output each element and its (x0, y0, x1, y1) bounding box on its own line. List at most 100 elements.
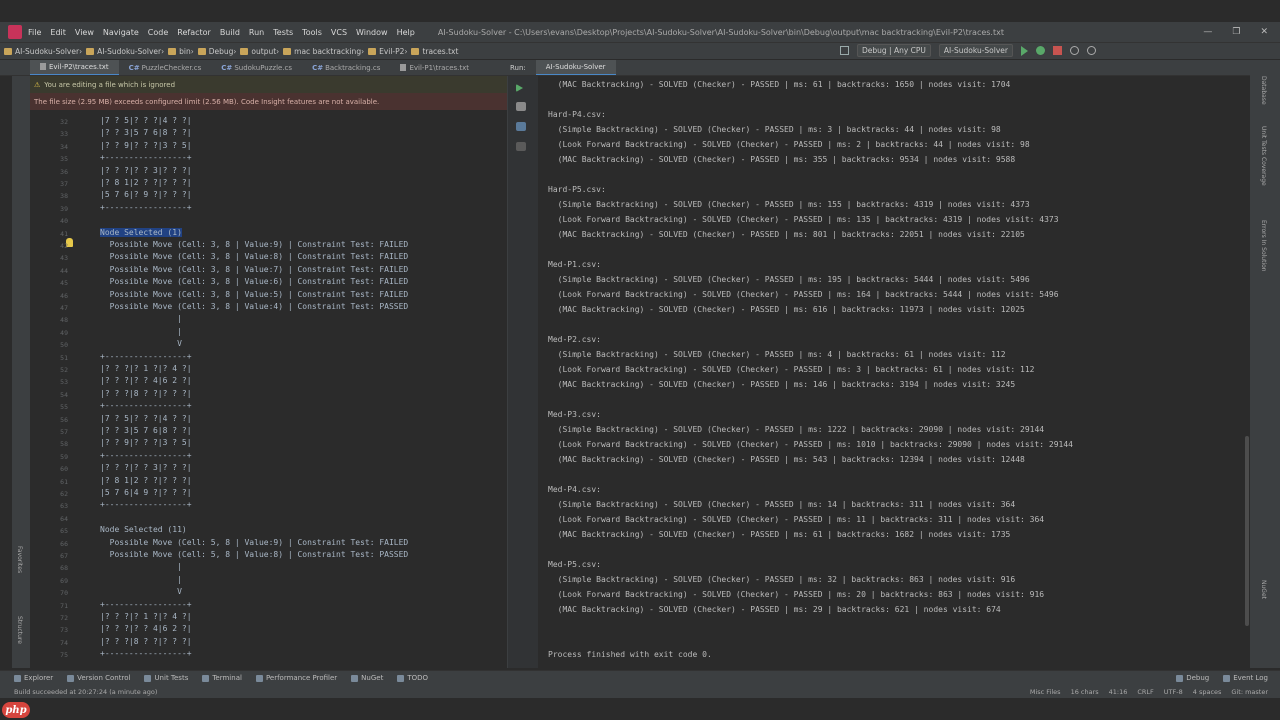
output-scrollbar[interactable] (1245, 436, 1249, 626)
breadcrumb-item[interactable]: traces.txt (411, 47, 458, 56)
tool-window-explorer[interactable]: Explorer (14, 674, 53, 682)
line-number: 57 (60, 428, 68, 436)
line-number: 68 (60, 564, 68, 573)
run-toolbar (508, 76, 538, 668)
code-line: +-----------------+ (100, 649, 192, 659)
tab-editor-file[interactable]: Evil-P2\traces.txt (30, 60, 119, 75)
menu-item-help[interactable]: Help (397, 28, 415, 37)
tool-window-performance-profiler[interactable]: Performance Profiler (255, 674, 337, 682)
tool-window-label: Terminal (212, 674, 242, 682)
configuration-select[interactable]: Debug | Any CPU (857, 44, 931, 57)
code-line: |? 8 1|2 ? ?|? ? ?| (100, 178, 192, 187)
tool-window-event-log[interactable]: Event Log (1223, 674, 1268, 682)
output-line: (Look Forward Backtracking) - SOLVED (Ch… (548, 140, 1030, 149)
breadcrumb-item[interactable]: AI-Sudoku-Solver (86, 47, 161, 56)
indent-setting[interactable]: 4 spaces (1193, 688, 1222, 696)
tool-window-todo[interactable]: TODO (397, 674, 428, 682)
tab-editor-file[interactable]: C# SudokuPuzzle.cs (211, 60, 302, 75)
breadcrumb-item[interactable]: bin (168, 47, 191, 56)
code-line: |? 8 1|2 ? ?|? ? ?| (100, 475, 192, 485)
breadcrumb-item[interactable]: Debug (197, 47, 233, 56)
code-line: | (100, 562, 182, 572)
code-line: +-----------------+ (100, 401, 192, 411)
output-line: (Look Forward Backtracking) - SOLVED (Ch… (548, 515, 1045, 524)
breadcrumb-item[interactable]: AI-Sudoku-Solver (4, 47, 79, 56)
tool-window-version-control[interactable]: Version Control (67, 674, 130, 682)
code-line: +-----------------+ (100, 500, 192, 510)
run-icon[interactable] (1020, 45, 1028, 56)
editor-panel[interactable]: ⚠ You are editing a file which is ignore… (30, 76, 507, 668)
debug-icon (1176, 674, 1184, 682)
menu-item-navigate[interactable]: Navigate (103, 28, 139, 37)
left-strip-label[interactable]: Favorites (16, 546, 23, 573)
tool-window-icon (14, 674, 21, 682)
right-strip-label[interactable]: Unit Tests Coverage (1260, 126, 1267, 186)
tool-window-label: Version Control (77, 674, 131, 682)
wrap-icon[interactable] (516, 142, 526, 151)
menu-item-build[interactable]: Build (220, 28, 240, 37)
menu-item-file[interactable]: File (28, 28, 41, 37)
left-strip-label[interactable]: Structure (16, 616, 23, 644)
stop-icon[interactable] (516, 102, 526, 111)
output-line: Med-P3.csv: (548, 410, 601, 419)
folder-icon (4, 47, 12, 55)
tab-editor-file[interactable]: Evil-P1\traces.txt (390, 60, 479, 75)
breadcrumb-item[interactable]: Evil-P2 (368, 47, 404, 56)
pin-icon[interactable] (516, 122, 526, 131)
menu-item-edit[interactable]: Edit (50, 28, 66, 37)
rerun-icon[interactable] (516, 84, 523, 92)
file-encoding[interactable]: UTF-8 (1164, 688, 1183, 696)
output-line: (MAC Backtracking) - SOLVED (Checker) - … (548, 380, 1016, 389)
output-line: Med-P5.csv: (548, 560, 601, 569)
minimize-icon[interactable]: — (1203, 27, 1212, 37)
stop-icon[interactable] (1052, 46, 1062, 55)
menu-item-run[interactable]: Run (249, 28, 264, 37)
vcs-branch[interactable]: Git: master (1231, 688, 1268, 696)
breadcrumb-item[interactable]: output (240, 47, 276, 56)
tool-window-terminal[interactable]: Terminal (202, 674, 242, 682)
close-icon[interactable]: ✕ (1260, 27, 1268, 37)
run-panel-header: Run: AI-Sudoku-Solver (510, 60, 616, 75)
tab-editor-file[interactable]: C# PuzzleChecker.cs (119, 60, 212, 75)
tab-run-session[interactable]: AI-Sudoku-Solver (535, 60, 616, 75)
menu-item-vcs[interactable]: VCS (331, 28, 347, 37)
code-line: |7 ? 5|? ? ?|4 ? ?| (100, 413, 192, 423)
code-line: |? ? ?|? 1 ?|? 4 ?| (100, 612, 192, 621)
restore-icon[interactable]: ❐ (1232, 27, 1240, 37)
event-log-icon (1223, 674, 1231, 682)
breadcrumb-item[interactable]: mac backtracking (283, 47, 361, 56)
menu-item-refactor[interactable]: Refactor (177, 28, 211, 37)
code-line: |? ? ?|? ? 4|6 2 ?| (100, 376, 192, 386)
line-number: 55 (60, 403, 68, 412)
line-number: 47 (60, 304, 68, 312)
line-number: 39 (60, 204, 68, 213)
window-controls: — ❐ ✕ (1203, 27, 1280, 37)
menu-item-tools[interactable]: Tools (302, 28, 322, 37)
settings-icon[interactable] (1086, 46, 1096, 55)
search-icon[interactable] (1069, 46, 1079, 55)
project-select[interactable]: AI-Sudoku-Solver (938, 44, 1013, 57)
code-line: |5 7 6|? 9 ?|? ? ?| (100, 190, 192, 200)
menu-item-tests[interactable]: Tests (273, 28, 293, 37)
caret-position[interactable]: 41:16 (1109, 688, 1128, 696)
right-strip-label[interactable]: Database (1260, 76, 1267, 105)
code-line: | (100, 326, 182, 336)
output-line: Hard-P5.csv: (548, 185, 606, 194)
menu-item-view[interactable]: View (75, 28, 94, 37)
debug-icon[interactable] (1035, 46, 1045, 55)
tool-window-unit-tests[interactable]: Unit Tests (144, 674, 188, 682)
menu-item-code[interactable]: Code (148, 28, 168, 37)
folder-icon (86, 47, 95, 55)
menu-item-window[interactable]: Window (356, 28, 388, 37)
line-number: 52 (60, 366, 68, 374)
right-strip-label[interactable]: NuGet (1260, 580, 1267, 599)
right-strip-label[interactable]: Errors In Solution (1260, 220, 1267, 272)
tool-window-debug[interactable]: Debug (1176, 674, 1209, 682)
tab-editor-file[interactable]: C# Backtracking.cs (302, 60, 390, 75)
line-separator[interactable]: CRLF (1137, 688, 1153, 696)
tool-window-nuget[interactable]: NuGet (351, 674, 383, 682)
output-line: (Look Forward Backtracking) - SOLVED (Ch… (548, 215, 1059, 224)
hammer-icon[interactable] (840, 46, 849, 55)
file-scope[interactable]: Misc Files (1030, 688, 1061, 696)
line-number: 63 (60, 502, 68, 511)
